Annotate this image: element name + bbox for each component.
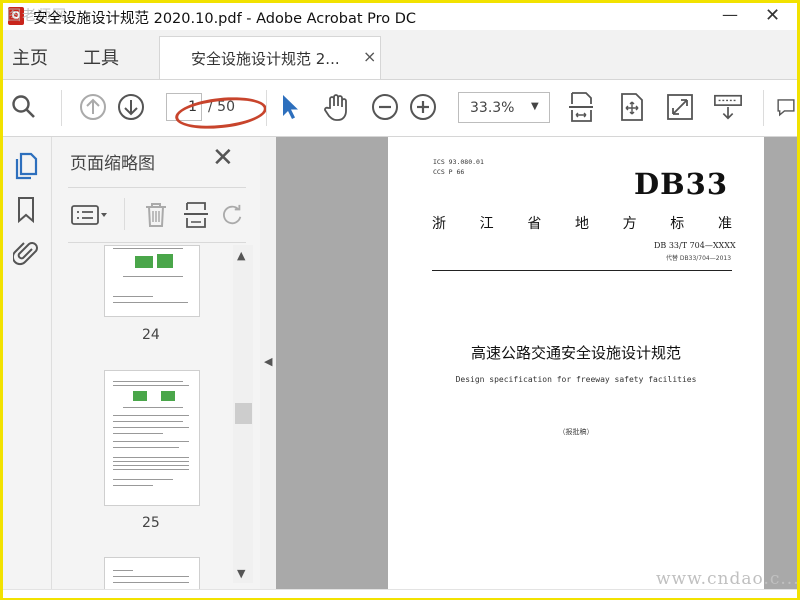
- replaces-note: 代替 DB33/704—2013: [666, 255, 732, 262]
- attachment-icon[interactable]: [11, 239, 41, 269]
- rotate-view-icon[interactable]: [617, 92, 647, 122]
- zoom-select[interactable]: 33.3% ▼: [458, 92, 550, 123]
- standard-char: 标: [670, 216, 685, 232]
- thumbnail-scrollbar[interactable]: ▲ ▼: [233, 245, 253, 583]
- hand-tool-icon[interactable]: [321, 92, 351, 122]
- fit-page-icon[interactable]: [566, 92, 596, 122]
- panel-toolbar: [68, 187, 246, 243]
- scroll-down-icon[interactable]: ▼: [237, 567, 245, 580]
- close-icon[interactable]: ✕: [212, 143, 234, 173]
- tab-document-label: 安全设施设计规范 2...: [191, 50, 340, 68]
- standard-char: 方: [622, 216, 637, 232]
- standard-number: DB 33/T 704—XXXX: [654, 241, 736, 250]
- standard-type: 浙 江 省 地 方 标 准: [432, 213, 732, 233]
- scroll-mode-icon[interactable]: [713, 92, 743, 122]
- full-screen-icon[interactable]: [665, 92, 695, 122]
- toolbar-separator: [266, 90, 267, 126]
- zoom-in-icon[interactable]: [408, 92, 438, 122]
- select-cursor-icon[interactable]: [275, 92, 305, 122]
- document-title-cn: 高速公路交通安全设施设计规范: [470, 344, 681, 362]
- watermark-bottom: www.cndao.c...: [656, 569, 797, 589]
- toolbar: 1 / 50 33.3% ▼: [3, 80, 797, 137]
- toolbar-separator: [763, 90, 764, 126]
- collapse-arrow-icon: ◀: [264, 355, 273, 368]
- document-view[interactable]: ICS 93.080.01 CCS P 66 DB33 浙 江 省 地 方 标 …: [276, 137, 797, 589]
- status-strip: [3, 589, 797, 598]
- header-rule: [432, 270, 732, 271]
- minimize-button[interactable]: —: [722, 5, 738, 24]
- bookmark-icon[interactable]: [11, 195, 41, 225]
- toolbar-separator: [61, 90, 62, 126]
- scroll-up-icon[interactable]: ▲: [237, 249, 245, 262]
- draft-label: （报批稿）: [558, 428, 594, 436]
- tab-document[interactable]: 安全设施设计规范 2... ×: [159, 36, 381, 79]
- standard-code: DB33: [634, 167, 729, 201]
- page-thumbnail-26[interactable]: [104, 557, 200, 589]
- rotate-page-icon[interactable]: [220, 200, 244, 230]
- scrollbar-thumb[interactable]: [235, 403, 252, 424]
- chevron-down-icon: ▼: [531, 101, 539, 112]
- panel-collapse-handle[interactable]: ◀: [260, 137, 276, 589]
- close-window-button[interactable]: ✕: [765, 5, 780, 26]
- navigation-rail: [3, 137, 52, 589]
- zoom-out-icon[interactable]: [370, 92, 400, 122]
- document-page: ICS 93.080.01 CCS P 66 DB33 浙 江 省 地 方 标 …: [388, 137, 764, 589]
- standard-char: 浙: [432, 216, 446, 232]
- page-thumbnail-25[interactable]: [104, 370, 200, 506]
- panel-separator: [124, 198, 125, 230]
- standard-char: 省: [527, 216, 542, 232]
- zoom-value: 33.3%: [470, 100, 515, 116]
- standard-char: 地: [574, 216, 589, 232]
- standard-char: 江: [479, 216, 494, 232]
- page-up-icon[interactable]: [78, 92, 108, 122]
- ics-code: ICS 93.080.01 CCS P 66: [433, 157, 484, 177]
- page-label-24: 24: [142, 327, 160, 343]
- thumbnails-panel: 页面缩略图 ✕ 24 25 ▲ ▼: [52, 137, 261, 589]
- thumbnail-list: 24 25: [52, 245, 232, 589]
- document-title-en: Design specification for freeway safety …: [455, 375, 697, 384]
- title-bar: 图老师网 安全设施设计规范 2020.10.pdf - Adobe Acroba…: [3, 3, 797, 30]
- standard-char: 准: [717, 216, 732, 232]
- options-menu-icon[interactable]: [70, 200, 110, 230]
- search-icon[interactable]: [9, 92, 39, 122]
- page-thumbnails-icon[interactable]: [11, 151, 41, 181]
- delete-page-icon[interactable]: [141, 200, 171, 230]
- window-title: 安全设施设计规范 2020.10.pdf - Adobe Acrobat Pro…: [33, 11, 417, 27]
- tab-tools[interactable]: 工具: [83, 44, 119, 70]
- panel-title: 页面缩略图: [70, 154, 155, 174]
- ccs-line: CCS P 66: [433, 168, 465, 176]
- page-down-icon[interactable]: [116, 92, 146, 122]
- tab-close-icon[interactable]: ×: [363, 47, 376, 66]
- insert-page-icon[interactable]: [181, 200, 211, 230]
- page-thumbnail-24[interactable]: [104, 245, 200, 317]
- tab-bar: 主页 工具 安全设施设计规范 2... ×: [3, 30, 797, 80]
- page-label-25: 25: [142, 515, 160, 531]
- comment-icon[interactable]: [775, 92, 797, 122]
- ics-line: ICS 93.080.01: [433, 158, 484, 166]
- tab-home[interactable]: 主页: [12, 44, 48, 70]
